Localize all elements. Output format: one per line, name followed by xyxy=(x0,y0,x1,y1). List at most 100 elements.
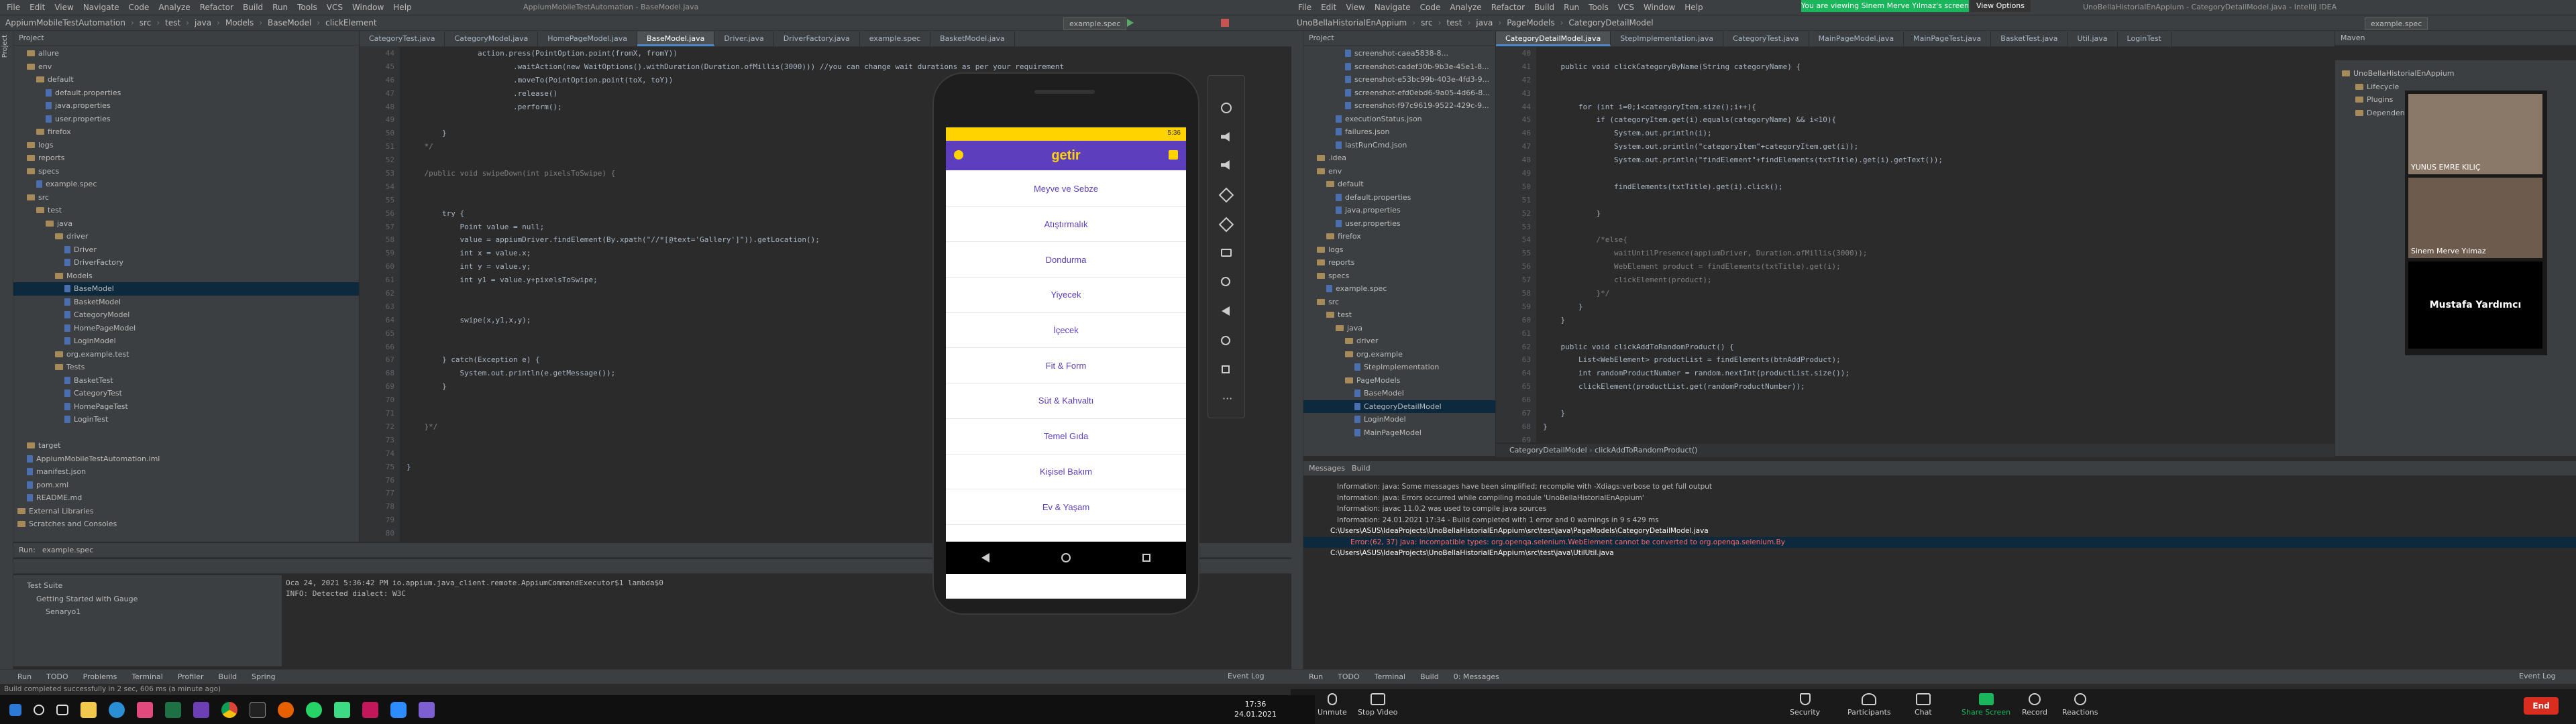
category-item[interactable]: Fit & Form xyxy=(946,348,1186,384)
security-button[interactable]: Security xyxy=(1790,693,1820,717)
breadcrumb-item[interactable]: java xyxy=(195,18,211,27)
tree-row[interactable]: Scratches and Consoles xyxy=(13,518,359,531)
excel-icon[interactable] xyxy=(165,701,181,718)
category-item[interactable]: Ev & Yaşam xyxy=(946,489,1186,525)
tree-row[interactable]: BaseModel xyxy=(1303,387,1495,400)
run-tree-row[interactable]: Test Suite xyxy=(13,579,282,593)
tree-row[interactable]: org.example xyxy=(1303,348,1495,361)
run-tab[interactable]: example.spec xyxy=(42,546,93,554)
run-tree-row[interactable]: Getting Started with Gauge xyxy=(13,593,282,606)
tree-row[interactable]: java.properties xyxy=(1303,204,1495,217)
profile-icon[interactable] xyxy=(954,150,963,160)
emu-home-icon[interactable] xyxy=(1221,336,1230,345)
tree-row[interactable]: manifest.json xyxy=(13,465,359,479)
right-event-log[interactable]: Event Log xyxy=(2519,672,2556,680)
tree-row[interactable]: .idea xyxy=(1303,152,1495,165)
stop-video-button[interactable]: Stop Video xyxy=(1358,693,1397,717)
tree-row[interactable]: src xyxy=(13,191,359,204)
tree-row[interactable]: failures.json xyxy=(1303,125,1495,139)
message-row[interactable]: C:\Users\ASUS\IdeaProjects\UnoBellaHisto… xyxy=(1303,526,2576,537)
editor-tab[interactable]: LoginTest xyxy=(2118,32,2171,46)
right-run-config[interactable]: example.spec xyxy=(2365,17,2428,30)
tree-row[interactable]: BasketTest xyxy=(13,374,359,387)
participant-tile-3[interactable]: Mustafa Yardımcı xyxy=(2408,261,2542,349)
reactions-button[interactable]: Reactions xyxy=(2062,693,2098,717)
tree-row[interactable]: executionStatus.json xyxy=(1303,113,1495,126)
tree-row[interactable]: env xyxy=(13,60,359,74)
menu-item-vcs[interactable]: VCS xyxy=(1618,3,1634,12)
tree-row[interactable]: screenshot-e53bc99b-403e-4fd3-9... xyxy=(1303,73,1495,86)
tree-row[interactable]: driver xyxy=(13,230,359,243)
menu-item-tools[interactable]: Tools xyxy=(1589,3,1609,12)
editor-tab[interactable]: MainPageModel.java xyxy=(1809,32,1904,46)
message-row[interactable]: C:\Users\ASUS\IdeaProjects\UnoBellaHisto… xyxy=(1303,548,2576,559)
message-row[interactable]: Information: java: Errors occurred while… xyxy=(1303,493,2576,504)
editor-tab[interactable]: CategoryTest.java xyxy=(1723,32,1809,46)
tree-row[interactable]: screenshot-caea5838-8... xyxy=(1303,47,1495,60)
emu-back-icon[interactable] xyxy=(1222,306,1230,316)
breadcrumb-item[interactable]: PageModels xyxy=(1507,18,1554,27)
tree-row[interactable]: screenshot-cadef30b-9b3e-45e1-8... xyxy=(1303,60,1495,74)
firefox-icon[interactable] xyxy=(278,701,294,718)
tree-row[interactable]: LoginTest xyxy=(13,413,359,426)
tree-row[interactable]: External Libraries xyxy=(13,505,359,518)
editor-tab[interactable]: DriverFactory.java xyxy=(774,32,860,46)
menu-item-analyze[interactable]: Analyze xyxy=(158,3,190,12)
share-screen-button[interactable]: Share Screen xyxy=(1962,693,2010,717)
menu-item-code[interactable]: Code xyxy=(1420,3,1441,12)
tree-row[interactable]: BaseModel xyxy=(13,282,359,296)
windows-start-icon[interactable] xyxy=(9,703,21,716)
tree-row[interactable]: driver xyxy=(1303,335,1495,348)
intellij-icon[interactable] xyxy=(137,701,153,718)
tool-window-tab[interactable]: TODO xyxy=(46,672,68,681)
project-header-label[interactable]: Project xyxy=(19,34,44,42)
editor-tab[interactable]: BaseModel.java xyxy=(637,32,715,46)
menu-item-view[interactable]: View xyxy=(54,3,73,12)
message-row[interactable]: Information: 24.01.2021 17:34 - Build co… xyxy=(1303,515,2576,526)
menu-item-edit[interactable]: Edit xyxy=(1321,3,1336,12)
tree-row[interactable] xyxy=(13,426,359,440)
messages-tab[interactable]: Messages xyxy=(1309,464,1345,473)
tree-row[interactable]: reports xyxy=(13,152,359,165)
tree-row[interactable]: firefox xyxy=(1303,230,1495,243)
tree-row[interactable]: CategoryTest xyxy=(13,387,359,400)
left-event-log[interactable]: Event Log xyxy=(1228,672,1265,680)
tree-row[interactable]: logs xyxy=(1303,243,1495,257)
menu-item-navigate[interactable]: Navigate xyxy=(1375,3,1411,12)
tree-row[interactable]: user.properties xyxy=(1303,217,1495,231)
menu-item-run[interactable]: Run xyxy=(1564,3,1579,12)
participant-tile-2[interactable]: Sinem Merve Yılmaz xyxy=(2408,178,2542,258)
editor-tab[interactable]: StepImplementation.java xyxy=(1611,32,1724,46)
volume-up-icon[interactable] xyxy=(1221,132,1230,141)
menu-item-analyze[interactable]: Analyze xyxy=(1450,3,1481,12)
tree-row[interactable]: firefox xyxy=(13,125,359,139)
tree-row[interactable]: HomePageModel xyxy=(13,322,359,335)
breadcrumb-item[interactable]: AppiumMobileTestAutomation xyxy=(5,18,125,27)
tree-row[interactable]: CategoryModel xyxy=(13,308,359,322)
extra-app-icon[interactable] xyxy=(419,701,435,718)
file-explorer-icon[interactable] xyxy=(80,701,97,718)
tree-row[interactable]: logs xyxy=(13,139,359,152)
maven-label[interactable]: Maven xyxy=(2341,34,2365,42)
terminal-icon[interactable] xyxy=(250,701,266,718)
messages-tab[interactable]: Build xyxy=(1352,464,1371,473)
tool-window-tab[interactable]: 0: Messages xyxy=(1454,672,1499,681)
app-icon[interactable] xyxy=(362,701,378,718)
menu-item-view[interactable]: View xyxy=(1346,3,1364,12)
tree-row[interactable]: java.properties xyxy=(13,99,359,113)
tree-row[interactable]: MainPageModel xyxy=(1303,426,1495,440)
editor-tab[interactable]: CategoryModel.java xyxy=(445,32,539,46)
category-item[interactable]: Yiyecek xyxy=(946,278,1186,313)
category-item[interactable]: İçecek xyxy=(946,312,1186,349)
tree-row[interactable]: Driver xyxy=(13,243,359,257)
breadcrumb-item[interactable]: src xyxy=(1421,18,1433,27)
menu-item-file[interactable]: File xyxy=(7,3,20,12)
tool-window-tab[interactable]: TODO xyxy=(1338,672,1360,681)
message-row[interactable]: Error:(62, 37) java: incompatible types:… xyxy=(1303,536,2576,548)
clock[interactable]: 17:36 24.01.2021 xyxy=(1234,699,1277,719)
power-icon[interactable] xyxy=(1221,103,1232,113)
tree-row[interactable]: test xyxy=(1303,308,1495,322)
tree-row[interactable]: org.example.test xyxy=(13,348,359,361)
menu-item-build[interactable]: Build xyxy=(1534,3,1554,12)
breadcrumb-item[interactable]: java xyxy=(1476,18,1493,27)
